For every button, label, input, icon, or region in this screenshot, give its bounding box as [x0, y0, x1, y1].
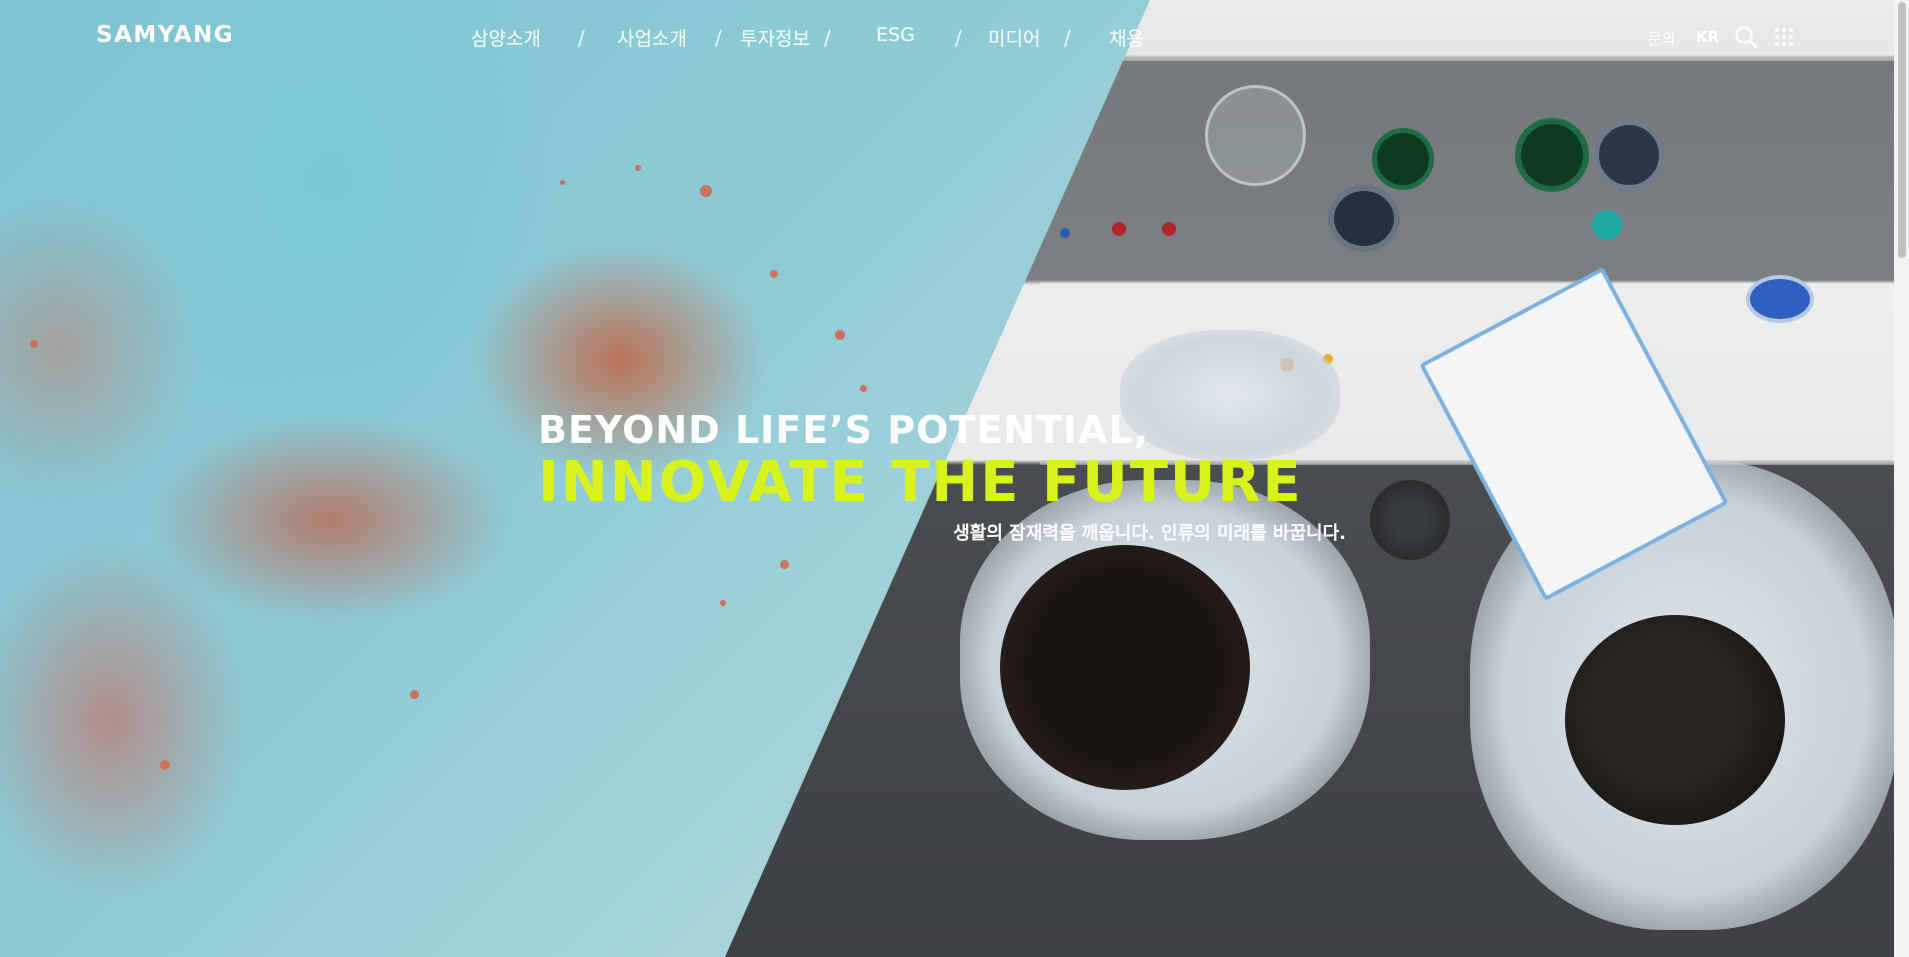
powder-particle: [410, 690, 419, 699]
powder-particle: [835, 330, 845, 340]
search-icon[interactable]: [1734, 25, 1758, 53]
scrollbar-thumb[interactable]: [1898, 2, 1906, 258]
blue-dish: [1746, 275, 1814, 323]
nav-separator: /: [824, 26, 831, 50]
scientist-head: [1565, 615, 1785, 825]
nav-item-careers[interactable]: 채용: [1109, 24, 1144, 51]
sample-dot: [1060, 228, 1070, 238]
language-selector[interactable]: KR: [1696, 28, 1719, 46]
nav-separator: /: [578, 26, 585, 50]
nav-separator: /: [955, 26, 962, 50]
nav-separator: /: [715, 26, 722, 50]
samyang-logo[interactable]: SAMYANG: [96, 22, 234, 48]
nav-separator: /: [1064, 26, 1071, 50]
nav-item-esg[interactable]: ESG: [876, 24, 915, 46]
hero-headline-line1: BEYOND LIFE’S POTENTIAL,: [538, 408, 1150, 452]
beaker: [1328, 185, 1400, 252]
powder-particle: [635, 165, 641, 171]
nav-item-about[interactable]: 삼양소개: [471, 24, 541, 51]
powder-particle: [160, 760, 170, 770]
powder-particle: [30, 340, 38, 348]
page-scrollbar[interactable]: [1894, 0, 1909, 957]
site-header: SAMYANG 삼양소개 / 사업소개 / 투자정보 / ESG / 미디어 /…: [0, 0, 1909, 75]
nav-item-media[interactable]: 미디어: [988, 24, 1040, 51]
teal-vial: [1592, 210, 1622, 240]
flask-dark: [1594, 120, 1664, 190]
petri-dish: [1205, 85, 1306, 186]
scientist-head-curly: [1000, 545, 1250, 790]
powder-particle: [770, 270, 778, 278]
grid-menu-icon[interactable]: [1774, 27, 1794, 51]
powder-particle: [700, 185, 712, 197]
hero-subcopy: 생활의 잠재력을 깨웁니다. 인류의 미래를 바꿉니다.: [953, 523, 1346, 544]
hero-headline-line2: INNOVATE THE FUTURE: [538, 450, 1303, 515]
powder-particle: [720, 600, 726, 606]
sample-dot: [1162, 222, 1176, 236]
nav-item-business[interactable]: 사업소개: [617, 24, 687, 51]
hero-section: SAMYANG 삼양소개 / 사업소개 / 투자정보 / ESG / 미디어 /…: [0, 0, 1909, 957]
nav-item-investor[interactable]: 투자정보: [740, 24, 810, 51]
sample-dot: [1112, 222, 1126, 236]
powder-particle: [560, 180, 565, 185]
flask-green: [1372, 128, 1434, 190]
powder-particle: [860, 385, 867, 392]
drain-plate: [1370, 480, 1450, 560]
inquiry-link[interactable]: 문의: [1648, 28, 1676, 49]
flask-green: [1515, 118, 1589, 192]
hero-copy: BEYOND LIFE’S POTENTIAL, INNOVATE THE FU…: [538, 405, 1358, 544]
powder-particle: [780, 560, 789, 569]
